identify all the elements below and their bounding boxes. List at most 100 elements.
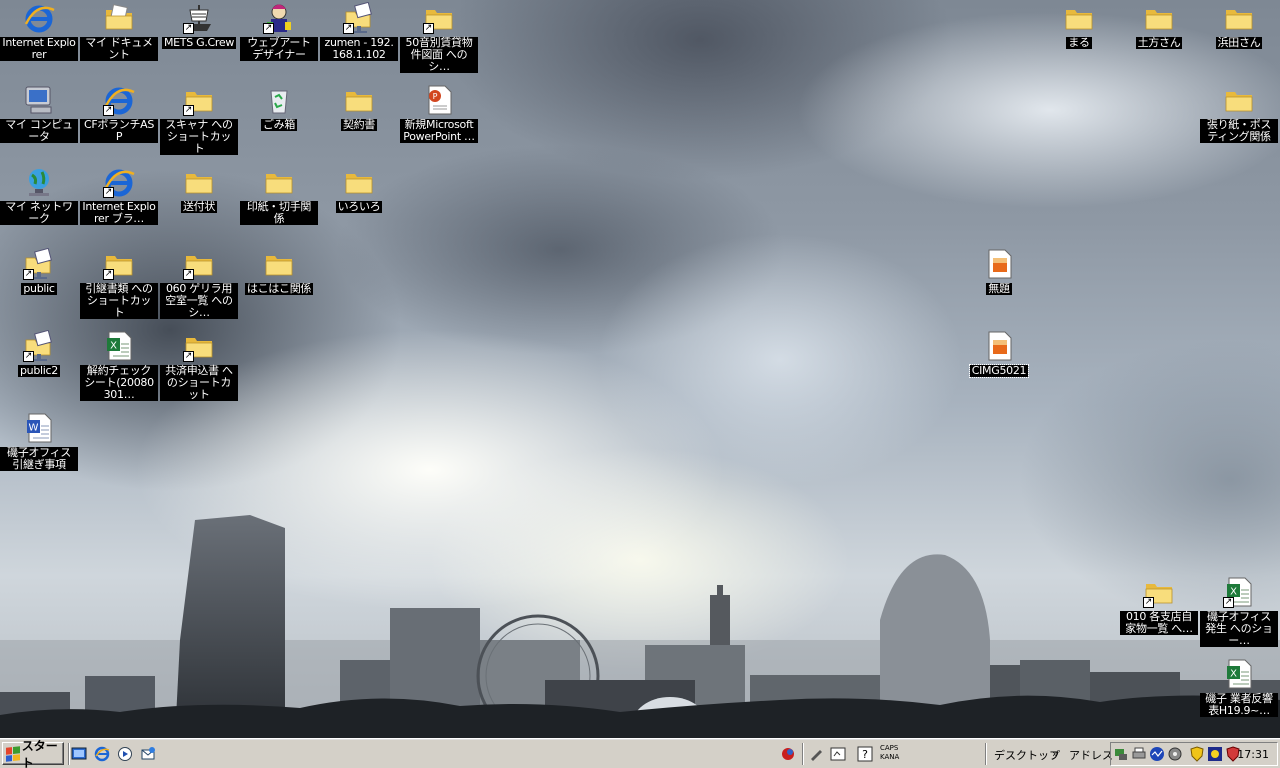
hakobako-folder-icon[interactable]: はこはこ関係 xyxy=(240,248,318,295)
guerrilla-vacancy-icon[interactable]: ↗ 060 ゲリラ用空室一覧 へのシ… xyxy=(160,248,238,319)
svg-text:X: X xyxy=(110,341,117,352)
shortcut-arrow-icon: ↗ xyxy=(1143,597,1154,608)
hijikata-folder-icon[interactable]: 土方さん xyxy=(1120,2,1198,49)
ie-browser-shortcut-icon[interactable]: ↗ Internet Explorer ブラ… xyxy=(80,166,158,225)
icon-label: 浜田さん xyxy=(1215,36,1263,49)
folder-icon: ↗ xyxy=(183,248,215,280)
untitled-image-icon[interactable]: 無題 xyxy=(960,248,1038,295)
fifty-sound-folder-icon[interactable]: ↗ 50音別賃貸物件図面 へのシ… xyxy=(400,2,478,73)
branch-list-icon[interactable]: ↗ 010 各支店自家物一覧 へ… xyxy=(1120,576,1198,635)
recycle-bin-icon xyxy=(263,84,295,116)
desktop-toolbar[interactable]: デスクトップ xyxy=(994,747,1060,763)
cimg5021-icon[interactable]: CIMG5021 xyxy=(960,330,1038,378)
isogo-office-shortcut-icon[interactable]: X ↗ 磯子オフィス発生 へのショー… xyxy=(1200,576,1278,647)
icon-label: 引継書類 へのショートカット xyxy=(80,283,158,319)
maru-folder-icon[interactable]: まる xyxy=(1040,2,1118,49)
cover-letter-folder-icon[interactable]: 送付状 xyxy=(160,166,238,213)
hamada-folder-icon[interactable]: 浜田さん xyxy=(1200,2,1278,49)
outlook-express-icon[interactable] xyxy=(139,745,157,763)
svg-text:X: X xyxy=(1230,669,1237,680)
shortcut-arrow-icon: ↗ xyxy=(103,269,114,280)
antivirus-icon[interactable] xyxy=(1207,746,1223,762)
bulletin-folder-icon[interactable]: 張り紙・ポスティング関係 xyxy=(1200,84,1278,143)
help-icon[interactable]: ? xyxy=(857,746,873,762)
printer-icon[interactable] xyxy=(1131,746,1147,762)
cf-asp-icon[interactable]: ↗ CFボランチASP xyxy=(80,84,158,143)
caps-kana-indicator[interactable]: CAPS KANA xyxy=(880,744,899,762)
my-network-icon[interactable]: マイ ネットワーク xyxy=(0,166,78,225)
my-documents-icon[interactable]: マイ ドキュメント xyxy=(80,2,158,61)
scanner-shortcut-icon[interactable]: ↗ スキャナ へのショートカット xyxy=(160,84,238,155)
ie-quicklaunch-icon[interactable] xyxy=(93,745,111,763)
internet-explorer-icon[interactable]: Internet Explorer xyxy=(0,2,78,61)
icon-label: 010 各支店自家物一覧 へ… xyxy=(1120,611,1198,635)
ime-pad-icon[interactable] xyxy=(830,746,846,762)
folder-icon xyxy=(263,248,295,280)
shortcut-arrow-icon: ↗ xyxy=(183,23,194,34)
monitor-icon[interactable] xyxy=(1149,746,1165,762)
taskbar: スタート ? CAPS KANA デスクトップ » アドレス 17:31 xyxy=(0,738,1280,768)
excel-icon: X xyxy=(103,330,135,362)
speaker-icon[interactable] xyxy=(1167,746,1183,762)
clock[interactable]: 17:31 xyxy=(1237,748,1269,761)
icon-label: 送付状 xyxy=(180,200,218,213)
kana-label: KANA xyxy=(880,753,900,761)
folder-icon xyxy=(1223,2,1255,34)
desktop[interactable]: Internet Explorer マイ ドキュメント ↗ METS G.Crew ↗ ウ… xyxy=(0,0,1280,738)
image-file-icon xyxy=(983,330,1015,362)
folder-icon xyxy=(1063,2,1095,34)
caps-label: CAPS xyxy=(880,744,899,752)
contracts-folder-icon[interactable]: 契約書 xyxy=(320,84,398,131)
svg-text:?: ? xyxy=(862,748,868,761)
toolbar-chevron[interactable]: » xyxy=(1052,747,1059,760)
shield-icon[interactable] xyxy=(1189,746,1205,762)
mets-gcrew-icon[interactable]: ↗ METS G.Crew xyxy=(160,2,238,49)
folder-icon: ↗ xyxy=(183,84,215,116)
folder-icon: ↗ xyxy=(183,330,215,362)
word-icon: W xyxy=(23,412,55,444)
icon-label: はこはこ関係 xyxy=(244,282,314,295)
ime-status-icon[interactable] xyxy=(780,746,796,762)
cancel-check-sheet-icon[interactable]: X 解約チェックシート(20080301… xyxy=(80,330,158,401)
public-share-icon[interactable]: ↗ public xyxy=(0,248,78,295)
icon-label: public2 xyxy=(18,364,60,377)
handover-docs-icon[interactable]: ↗ 引継書類 へのショートカット xyxy=(80,248,158,319)
network-status-icon[interactable] xyxy=(1113,746,1129,762)
media-player-icon[interactable] xyxy=(116,745,134,763)
folder-icon xyxy=(183,166,215,198)
my-computer-icon[interactable]: マイ コンピュータ xyxy=(0,84,78,143)
public2-share-icon[interactable]: ↗ public2 xyxy=(0,330,78,377)
network-folder-icon: ↗ xyxy=(343,2,375,34)
web-art-designer-icon[interactable]: ↗ ウェブアート デザイナー xyxy=(240,2,318,61)
system-tray: 17:31 xyxy=(1110,742,1278,766)
computer-icon xyxy=(23,84,55,116)
ie-icon: ↗ xyxy=(103,84,135,116)
isogo-office-handover-icon[interactable]: W 磯子オフィス引継ぎ事項 xyxy=(0,412,78,471)
misc-folder-icon[interactable]: いろいろ xyxy=(320,166,398,213)
zumen-share-icon[interactable]: ↗ zumen - 192.168.1.102 xyxy=(320,2,398,61)
stamps-folder-icon[interactable]: 印紙・切手関係 xyxy=(240,166,318,225)
icon-label: ごみ箱 xyxy=(260,118,298,131)
icon-label: zumen - 192.168.1.102 xyxy=(320,37,398,61)
excel-icon: X xyxy=(1223,658,1255,690)
folder-icon: ↗ xyxy=(1143,576,1175,608)
shortcut-arrow-icon: ↗ xyxy=(103,105,114,116)
shortcut-arrow-icon: ↗ xyxy=(23,269,34,280)
network-folder-icon: ↗ xyxy=(23,248,55,280)
icon-label: 新規Microsoft PowerPoint … xyxy=(400,119,478,143)
windows-flag-icon xyxy=(6,745,20,762)
powerpoint-file-icon[interactable]: P 新規Microsoft PowerPoint … xyxy=(400,84,478,143)
mutual-aid-form-icon[interactable]: ↗ 共済申込書 へのショートカット xyxy=(160,330,238,401)
shortcut-arrow-icon: ↗ xyxy=(1223,597,1234,608)
recycle-bin-icon[interactable]: ごみ箱 xyxy=(240,84,318,131)
icon-label: 印紙・切手関係 xyxy=(240,201,318,225)
pen-icon[interactable] xyxy=(808,746,824,762)
shortcut-arrow-icon: ↗ xyxy=(183,105,194,116)
isogo-vendor-icon[interactable]: X 磯子 業者反響表H19.9~… xyxy=(1200,658,1278,717)
start-button[interactable]: スタート xyxy=(2,739,64,768)
address-toolbar[interactable]: アドレス xyxy=(1069,747,1113,763)
shortcut-arrow-icon: ↗ xyxy=(263,23,274,34)
icon-label: まる xyxy=(1066,36,1092,49)
icon-label: マイ コンピュータ xyxy=(0,119,78,143)
show-desktop-icon[interactable] xyxy=(70,745,88,763)
